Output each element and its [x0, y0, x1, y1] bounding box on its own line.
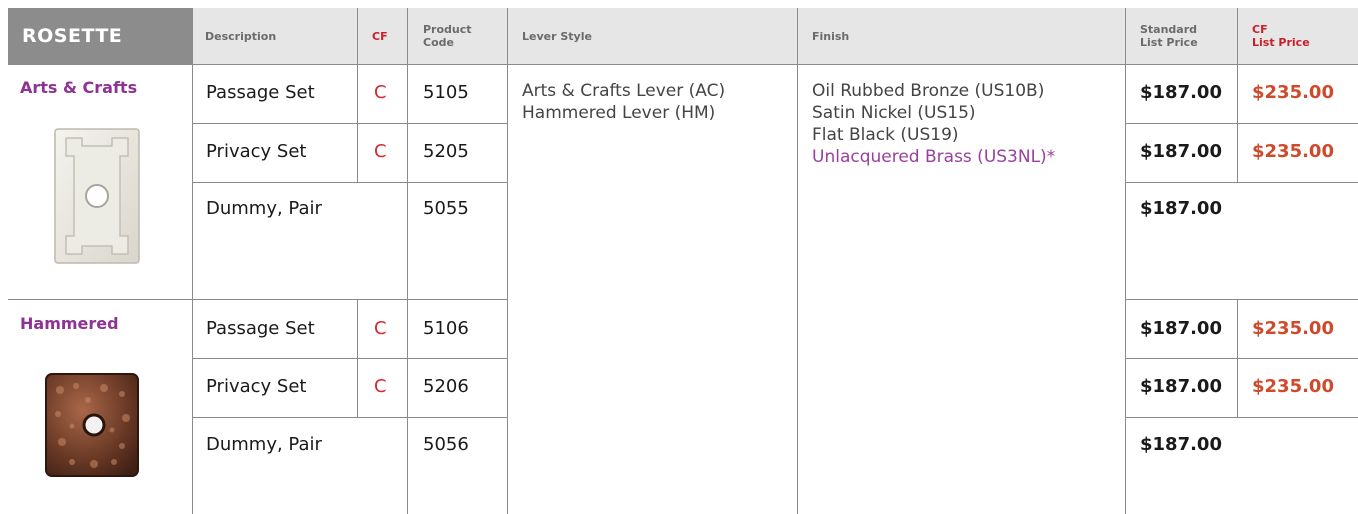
col-divider [1125, 8, 1126, 514]
header-lever-style-label: Lever Style [522, 29, 592, 43]
header-cf-price-line2: List Price [1252, 36, 1310, 49]
cf-price-cell: $235.00 [1252, 376, 1334, 397]
group-divider [8, 299, 507, 300]
header-standard-price-line2: List Price [1140, 36, 1198, 49]
col-divider [1237, 8, 1238, 64]
cf-indicator: C [374, 141, 387, 162]
description-cell: Dummy, Pair [206, 434, 322, 455]
header-cf: CF [372, 8, 388, 64]
lever-style-list: Arts & Crafts Lever (AC) Hammered Lever … [522, 80, 725, 124]
col-divider [797, 8, 798, 514]
cf-indicator: C [374, 82, 387, 103]
header-bottom-rule [8, 64, 1358, 65]
header-standard-price-line1: Standard [1140, 23, 1198, 36]
standard-price-cell: $187.00 [1140, 82, 1222, 103]
header-description-label: Description [205, 29, 277, 43]
finish-item: Satin Nickel (US15) [812, 103, 976, 123]
product-code-cell: 5056 [423, 434, 469, 455]
cf-indicator: C [374, 318, 387, 339]
hammered-rosette-image [45, 373, 139, 477]
header-product-code-line1: Product [423, 23, 472, 36]
cf-price-cell: $235.00 [1252, 318, 1334, 339]
cf-indicator: C [374, 376, 387, 397]
product-code-cell: 5106 [423, 318, 469, 339]
row-divider [1125, 417, 1358, 418]
col-divider [507, 8, 508, 514]
standard-price-cell: $187.00 [1140, 141, 1222, 162]
product-code-cell: 5055 [423, 198, 469, 219]
standard-price-cell: $187.00 [1140, 376, 1222, 397]
header-lever-style: Lever Style [522, 8, 592, 64]
row-divider [1125, 358, 1358, 359]
table-title: ROSETTE [8, 8, 192, 64]
rosette-price-table: ROSETTE Description CF Product Code Leve… [0, 0, 1358, 514]
arts-crafts-rosette-image [54, 128, 140, 264]
standard-price-cell: $187.00 [1140, 198, 1222, 219]
description-cell: Passage Set [206, 318, 315, 339]
header-finish-label: Finish [812, 29, 850, 43]
header-product-code-line2: Code [423, 36, 454, 49]
header-standard-price: Standard List Price [1140, 8, 1198, 64]
header-cf-price: CF List Price [1252, 8, 1310, 64]
col-divider [192, 8, 193, 514]
col-divider [407, 8, 408, 514]
row-divider [192, 358, 507, 359]
header-description: Description [205, 8, 276, 64]
description-cell: Privacy Set [206, 376, 307, 397]
description-cell: Dummy, Pair [206, 198, 322, 219]
header-cf-label: CF [372, 29, 388, 43]
description-cell: Passage Set [206, 82, 315, 103]
finish-list: Oil Rubbed Bronze (US10B) Satin Nickel (… [812, 80, 1055, 168]
product-code-cell: 5105 [423, 82, 469, 103]
row-divider [1125, 123, 1358, 124]
standard-price-cell: $187.00 [1140, 434, 1222, 455]
finish-item: Flat Black (US19) [812, 125, 959, 145]
cf-price-cell: $235.00 [1252, 141, 1334, 162]
row-divider [192, 182, 507, 183]
header-finish: Finish [812, 8, 849, 64]
category-arts-crafts: Arts & Crafts [20, 78, 138, 97]
finish-item-unlacquered: Unlacquered Brass (US3NL)* [812, 147, 1056, 167]
category-hammered: Hammered [20, 314, 119, 333]
row-divider [1125, 182, 1358, 183]
finish-item: Oil Rubbed Bronze (US10B) [812, 81, 1045, 101]
col-divider [357, 8, 358, 64]
product-code-cell: 5206 [423, 376, 469, 397]
row-divider [192, 123, 507, 124]
header-product-code: Product Code [423, 8, 472, 64]
header-cf-price-line1: CF [1252, 23, 1268, 36]
row-divider [192, 417, 507, 418]
description-cell: Privacy Set [206, 141, 307, 162]
standard-price-cell: $187.00 [1140, 318, 1222, 339]
lever-style-item: Hammered Lever (HM) [522, 103, 716, 123]
cf-price-cell: $235.00 [1252, 82, 1334, 103]
product-code-cell: 5205 [423, 141, 469, 162]
group-divider [1125, 299, 1358, 300]
lever-style-item: Arts & Crafts Lever (AC) [522, 81, 726, 101]
